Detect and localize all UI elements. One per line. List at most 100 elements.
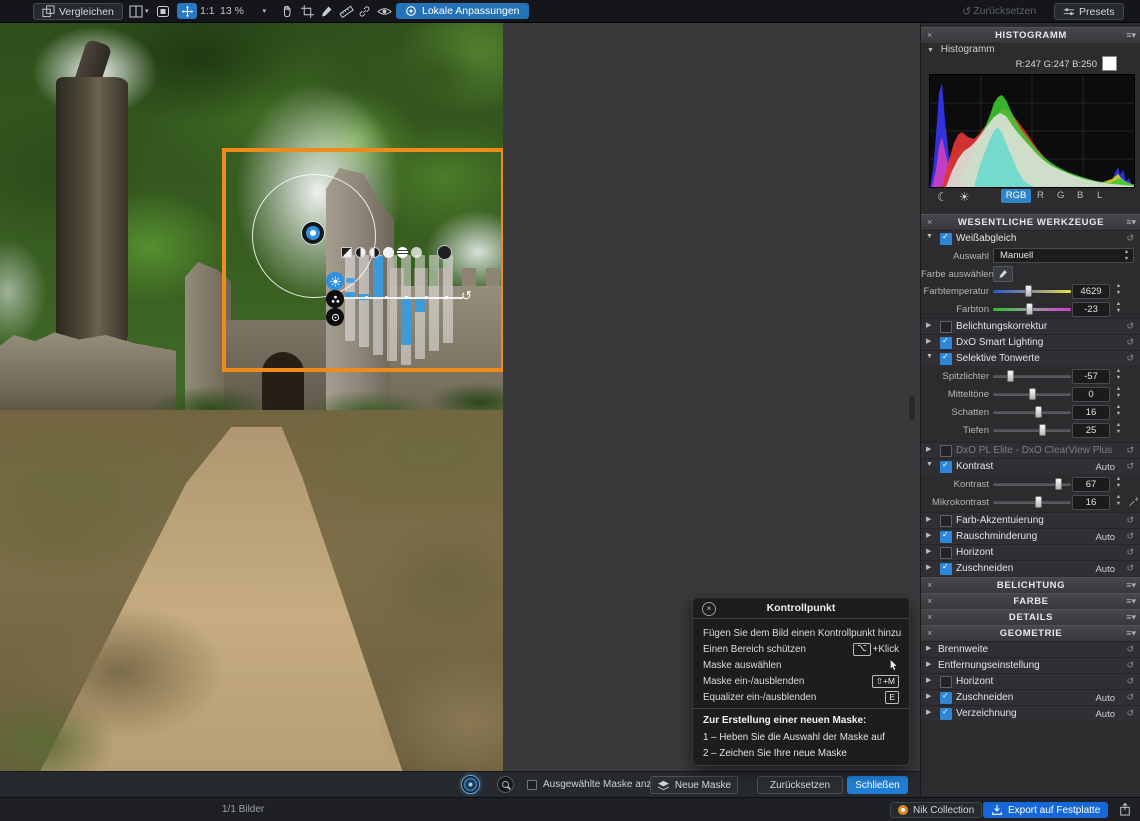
tool-row-verzeichnung[interactable]: ▶ Verzeichnung Auto ↺ bbox=[921, 705, 1140, 721]
reset-icon[interactable]: ↺ bbox=[1126, 337, 1134, 348]
panel-collapse-handle[interactable] bbox=[909, 395, 915, 421]
chroma-adjust-button[interactable] bbox=[326, 290, 344, 308]
slider-value[interactable]: -57 bbox=[1072, 369, 1110, 384]
tool-row-geo-zuschneiden[interactable]: ▶ Zuschneiden Auto ↺ bbox=[921, 689, 1140, 705]
tool-row-entfernungseinstellung[interactable]: ▶ Entfernungseinstellung ↺ bbox=[921, 657, 1140, 673]
export-button[interactable]: Export auf Festplatte bbox=[983, 802, 1108, 818]
eq-bar[interactable] bbox=[429, 255, 439, 351]
local-adjustments-button[interactable]: Lokale Anpassungen bbox=[396, 3, 529, 19]
expand-arrow-icon[interactable]: ▼ bbox=[926, 233, 933, 240]
farbe-panel-header[interactable]: × FARBE ≡▾ bbox=[921, 593, 1140, 610]
eq-contrast-icon[interactable] bbox=[355, 247, 366, 258]
reset-icon[interactable]: ↺ bbox=[1126, 353, 1134, 364]
weissabgleich-checkbox[interactable] bbox=[940, 233, 952, 245]
slider-value[interactable]: -23 bbox=[1072, 302, 1110, 317]
tool-row-belichtungskorrektur[interactable]: ▶ Belichtungskorrektur ↺ bbox=[921, 318, 1140, 334]
toolbar-reset-button[interactable]: ↺ Zurücksetzen bbox=[962, 3, 1036, 19]
close-icon[interactable]: × bbox=[927, 594, 933, 609]
photo-canvas[interactable]: ↺ bbox=[0, 22, 503, 771]
reset-icon[interactable]: ↺ bbox=[1126, 233, 1134, 244]
expand-arrow-icon[interactable]: ▶ bbox=[926, 708, 931, 716]
slider-thumb[interactable] bbox=[1055, 478, 1062, 490]
reset-icon[interactable]: ↺ bbox=[1126, 461, 1134, 472]
tool-checkbox[interactable] bbox=[940, 531, 952, 543]
slider-value[interactable]: 16 bbox=[1072, 495, 1110, 510]
tool-checkbox[interactable] bbox=[940, 676, 952, 688]
channel-g-button[interactable]: G bbox=[1057, 190, 1064, 201]
tool-checkbox[interactable] bbox=[940, 515, 952, 527]
split-view-button[interactable]: ▾ bbox=[129, 3, 149, 19]
reset-icon[interactable]: ↺ bbox=[1126, 445, 1134, 456]
tiefen-slider[interactable] bbox=[993, 429, 1071, 432]
tool-row-farb-akzentuierung[interactable]: ▶ Farb-Akzentuierung ↺ bbox=[921, 512, 1140, 528]
wb-eyedropper-button[interactable] bbox=[993, 266, 1013, 282]
close-icon[interactable]: × bbox=[927, 610, 933, 625]
stepper-icon[interactable] bbox=[1113, 404, 1124, 419]
tool-row-brennweite[interactable]: ▶ Brennweite ↺ bbox=[921, 641, 1140, 657]
channel-r-button[interactable]: R bbox=[1037, 190, 1044, 201]
stepper-icon[interactable] bbox=[1113, 283, 1124, 298]
tool-checkbox[interactable] bbox=[940, 547, 952, 559]
expand-arrow-icon[interactable]: ▼ bbox=[926, 461, 933, 468]
stepper-icon[interactable] bbox=[1113, 422, 1124, 437]
slider-value[interactable]: 67 bbox=[1072, 477, 1110, 492]
mask-reset-button[interactable]: Zurücksetzen bbox=[757, 776, 843, 794]
slider-thumb[interactable] bbox=[1035, 496, 1042, 508]
blacks-clipping-moon-icon[interactable]: ☾ bbox=[937, 190, 948, 204]
slider-value[interactable]: 16 bbox=[1072, 405, 1110, 420]
eq-bar[interactable] bbox=[387, 255, 397, 361]
slider-thumb[interactable] bbox=[1007, 370, 1014, 382]
expand-arrow-icon[interactable]: ▼ bbox=[926, 353, 933, 360]
tool-checkbox[interactable] bbox=[940, 708, 952, 720]
control-line-tool-button[interactable] bbox=[497, 776, 514, 793]
schatten-slider[interactable] bbox=[993, 411, 1071, 414]
reset-icon[interactable]: ↺ bbox=[1126, 321, 1134, 332]
reset-icon[interactable]: ↺ bbox=[1126, 547, 1134, 558]
hand-tool-button[interactable] bbox=[281, 3, 294, 19]
fit-screen-button[interactable] bbox=[156, 3, 170, 19]
reset-icon[interactable]: ↺ bbox=[1126, 708, 1134, 719]
panel-menu-icon[interactable]: ≡▾ bbox=[1126, 215, 1136, 230]
close-icon[interactable]: × bbox=[927, 28, 933, 43]
close-icon[interactable]: × bbox=[927, 215, 933, 230]
tool-row-rauschminderung[interactable]: ▶ Rauschminderung Auto ↺ bbox=[921, 528, 1140, 544]
tool-checkbox[interactable] bbox=[940, 563, 952, 575]
panel-menu-icon[interactable]: ≡▾ bbox=[1126, 594, 1136, 609]
magic-wand-icon[interactable] bbox=[1128, 496, 1139, 507]
tool-checkbox[interactable] bbox=[940, 445, 952, 457]
light-adjust-button[interactable] bbox=[326, 272, 344, 290]
channel-l-button[interactable]: L bbox=[1097, 190, 1102, 201]
zoom-1to1-button[interactable]: 1:1 bbox=[200, 3, 215, 19]
eq-collapse-button[interactable] bbox=[437, 245, 452, 260]
eq-warmth-icon[interactable] bbox=[397, 247, 408, 258]
stepper-icon[interactable] bbox=[1113, 476, 1124, 491]
close-dialog-button[interactable]: Schließen bbox=[847, 776, 908, 794]
expand-arrow-icon[interactable]: ▶ bbox=[926, 644, 931, 652]
whites-clipping-sun-icon[interactable]: ☀ bbox=[959, 190, 970, 204]
close-icon[interactable]: × bbox=[927, 578, 933, 593]
slider-thumb[interactable] bbox=[1025, 285, 1032, 297]
dropdown-stepper-icon[interactable] bbox=[1121, 249, 1132, 264]
tool-checkbox[interactable] bbox=[940, 337, 952, 349]
ring-adjust-button[interactable] bbox=[326, 308, 344, 326]
tool-row-selektive-tonwerte[interactable]: ▼ Selektive Tonwerte ↺ bbox=[921, 350, 1140, 366]
details-panel-header[interactable]: × DETAILS ≡▾ bbox=[921, 609, 1140, 626]
geometrie-panel-header[interactable]: × GEOMETRIE ≡▾ bbox=[921, 625, 1140, 642]
tool-row-kontrast[interactable]: ▼ Kontrast Auto ↺ bbox=[921, 458, 1140, 474]
reset-icon[interactable]: ↺ bbox=[1126, 515, 1134, 526]
reset-icon[interactable]: ↺ bbox=[1126, 531, 1134, 542]
mitteltoene-slider[interactable] bbox=[993, 393, 1071, 396]
expand-arrow-icon[interactable]: ▶ bbox=[926, 676, 931, 684]
panel-menu-icon[interactable]: ≡▾ bbox=[1126, 28, 1136, 43]
channel-rgb-button[interactable]: RGB bbox=[1001, 189, 1031, 203]
spitzlichter-slider[interactable] bbox=[993, 375, 1071, 378]
temperature-slider[interactable] bbox=[993, 290, 1071, 293]
crop-tool-button[interactable] bbox=[301, 3, 314, 19]
eq-structure-icon[interactable] bbox=[383, 247, 394, 258]
tool-row-geo-horizont[interactable]: ▶ Horizont ↺ bbox=[921, 673, 1140, 689]
nik-collection-button[interactable]: Nik Collection bbox=[890, 802, 982, 818]
eq-saturation-icon[interactable] bbox=[369, 247, 380, 258]
presets-button[interactable]: Presets bbox=[1054, 3, 1124, 20]
panel-menu-icon[interactable]: ≡▾ bbox=[1126, 578, 1136, 593]
tool-checkbox[interactable] bbox=[940, 353, 952, 365]
